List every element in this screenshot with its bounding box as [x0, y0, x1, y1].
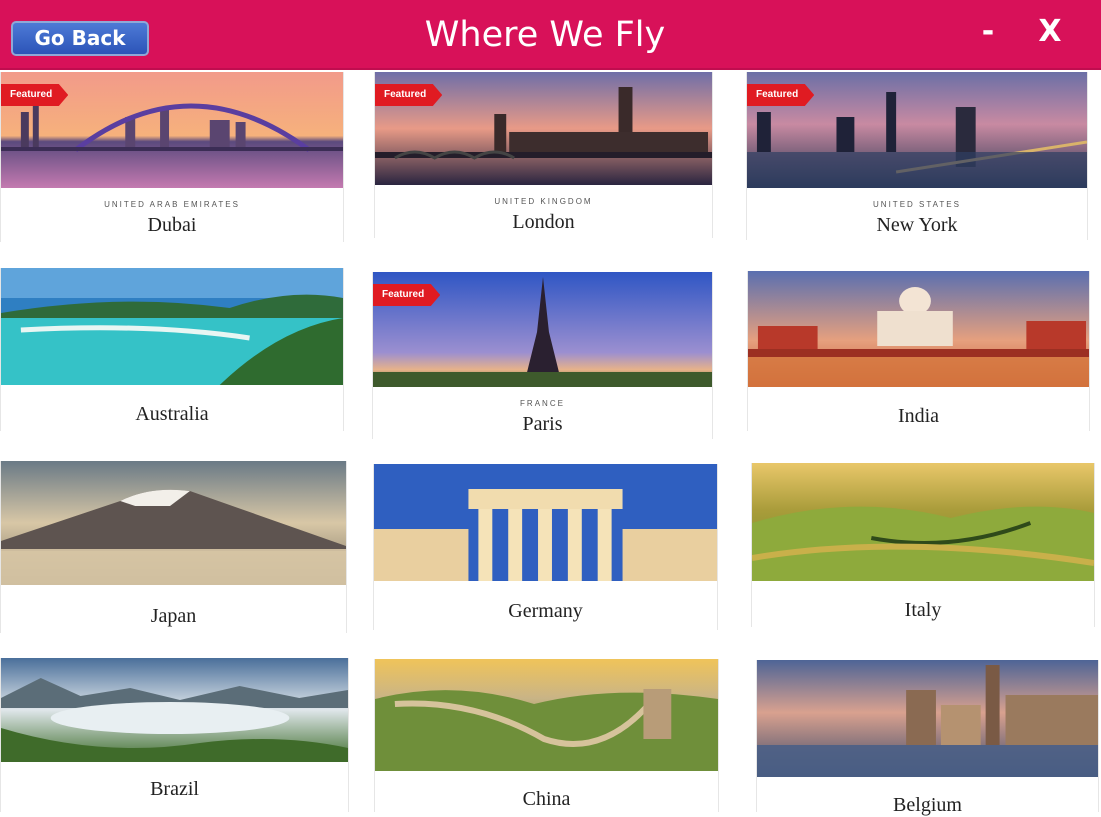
destination-name: Germany — [508, 600, 583, 622]
close-button[interactable]: X — [1034, 14, 1066, 50]
destination-card-new-york[interactable]: Featured UNITED STATES New York — [746, 72, 1088, 240]
destination-name: Japan — [150, 605, 197, 627]
destination-name: New York — [876, 214, 958, 236]
title-bar: Go Back Where We Fly - X — [0, 0, 1101, 70]
featured-badge: Featured — [373, 284, 441, 306]
destination-card-germany[interactable]: Germany — [373, 464, 718, 630]
destination-country: UNITED ARAB EMIRATES — [104, 200, 240, 209]
destination-photo — [1, 268, 343, 385]
destination-photo — [752, 463, 1094, 581]
featured-badge: Featured — [747, 84, 815, 106]
destination-name: Italy — [904, 599, 942, 621]
destination-card-belgium[interactable]: Belgium — [756, 660, 1099, 816]
destination-country: UNITED STATES — [873, 200, 961, 209]
destination-name: Brazil — [150, 778, 199, 800]
destination-photo — [757, 660, 1098, 777]
destination-country: FRANCE — [520, 399, 565, 408]
destination-photo — [374, 464, 717, 581]
destination-name: China — [522, 788, 571, 810]
go-back-button[interactable]: Go Back — [11, 21, 149, 56]
destination-name: Belgium — [893, 794, 962, 816]
destination-name: Paris — [522, 413, 563, 435]
destination-country: UNITED KINGDOM — [494, 197, 593, 206]
destination-photo — [375, 659, 718, 771]
minimize-button[interactable]: - — [976, 14, 1000, 50]
destination-photo — [1, 461, 346, 585]
featured-badge: Featured — [1, 84, 69, 106]
destination-name: Australia — [135, 403, 209, 425]
destination-card-india[interactable]: India — [747, 271, 1090, 431]
destination-name: India — [897, 405, 940, 427]
destination-card-japan[interactable]: Japan — [0, 461, 347, 633]
destination-card-dubai[interactable]: Featured UNITED ARAB EMIRATES Dubai — [0, 72, 344, 242]
page-title: Where We Fly — [424, 15, 666, 55]
destination-photo — [1, 658, 348, 762]
destination-card-london[interactable]: Featured UNITED KINGDOM London — [374, 72, 713, 238]
destination-name: Dubai — [147, 214, 197, 236]
destination-name: London — [512, 211, 575, 233]
featured-badge: Featured — [375, 84, 443, 106]
destination-card-italy[interactable]: Italy — [751, 463, 1095, 627]
destination-card-australia[interactable]: Australia — [0, 268, 344, 431]
destination-card-china[interactable]: China — [374, 659, 719, 812]
destination-photo — [748, 271, 1089, 387]
destination-card-paris[interactable]: Featured FRANCE Paris — [372, 272, 713, 439]
destination-card-brazil[interactable]: Brazil — [0, 658, 349, 812]
